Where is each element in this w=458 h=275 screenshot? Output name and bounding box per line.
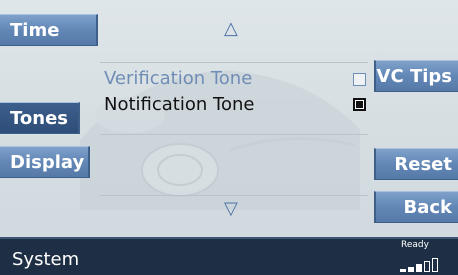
reset-button-label: Reset xyxy=(394,153,452,175)
status-title: System xyxy=(12,249,80,270)
verification-tone-option[interactable]: Verification Tone xyxy=(104,68,252,89)
back-button[interactable]: Back xyxy=(374,191,458,223)
divider-line xyxy=(100,134,368,135)
display-button[interactable]: Display xyxy=(0,146,90,178)
up-triangle-icon[interactable]: △ xyxy=(224,20,238,38)
car-background-illustration xyxy=(80,70,360,210)
down-triangle-icon[interactable]: ▽ xyxy=(224,200,238,218)
status-bar: System Ready xyxy=(0,237,458,275)
verification-tone-checkbox[interactable] xyxy=(353,73,366,86)
tones-button[interactable]: Tones xyxy=(0,102,80,134)
display-button-label: Display xyxy=(10,151,85,173)
vc-tips-button[interactable]: VC Tips xyxy=(374,60,458,92)
tones-button-label: Tones xyxy=(10,107,68,129)
time-button[interactable]: Time xyxy=(0,14,98,46)
vc-tips-button-label: VC Tips xyxy=(376,65,452,87)
divider-line xyxy=(100,62,368,63)
signal-strength-icon xyxy=(400,258,438,272)
back-button-label: Back xyxy=(403,196,452,218)
reset-button[interactable]: Reset xyxy=(374,148,458,180)
notification-tone-checkbox[interactable] xyxy=(353,98,366,111)
divider-line xyxy=(100,195,368,196)
notification-tone-option[interactable]: Notification Tone xyxy=(104,94,254,115)
ready-label: Ready xyxy=(401,240,429,250)
time-button-label: Time xyxy=(10,19,60,41)
infotainment-screen: Time Tones Display VC Tips Reset Back △ … xyxy=(0,0,458,275)
